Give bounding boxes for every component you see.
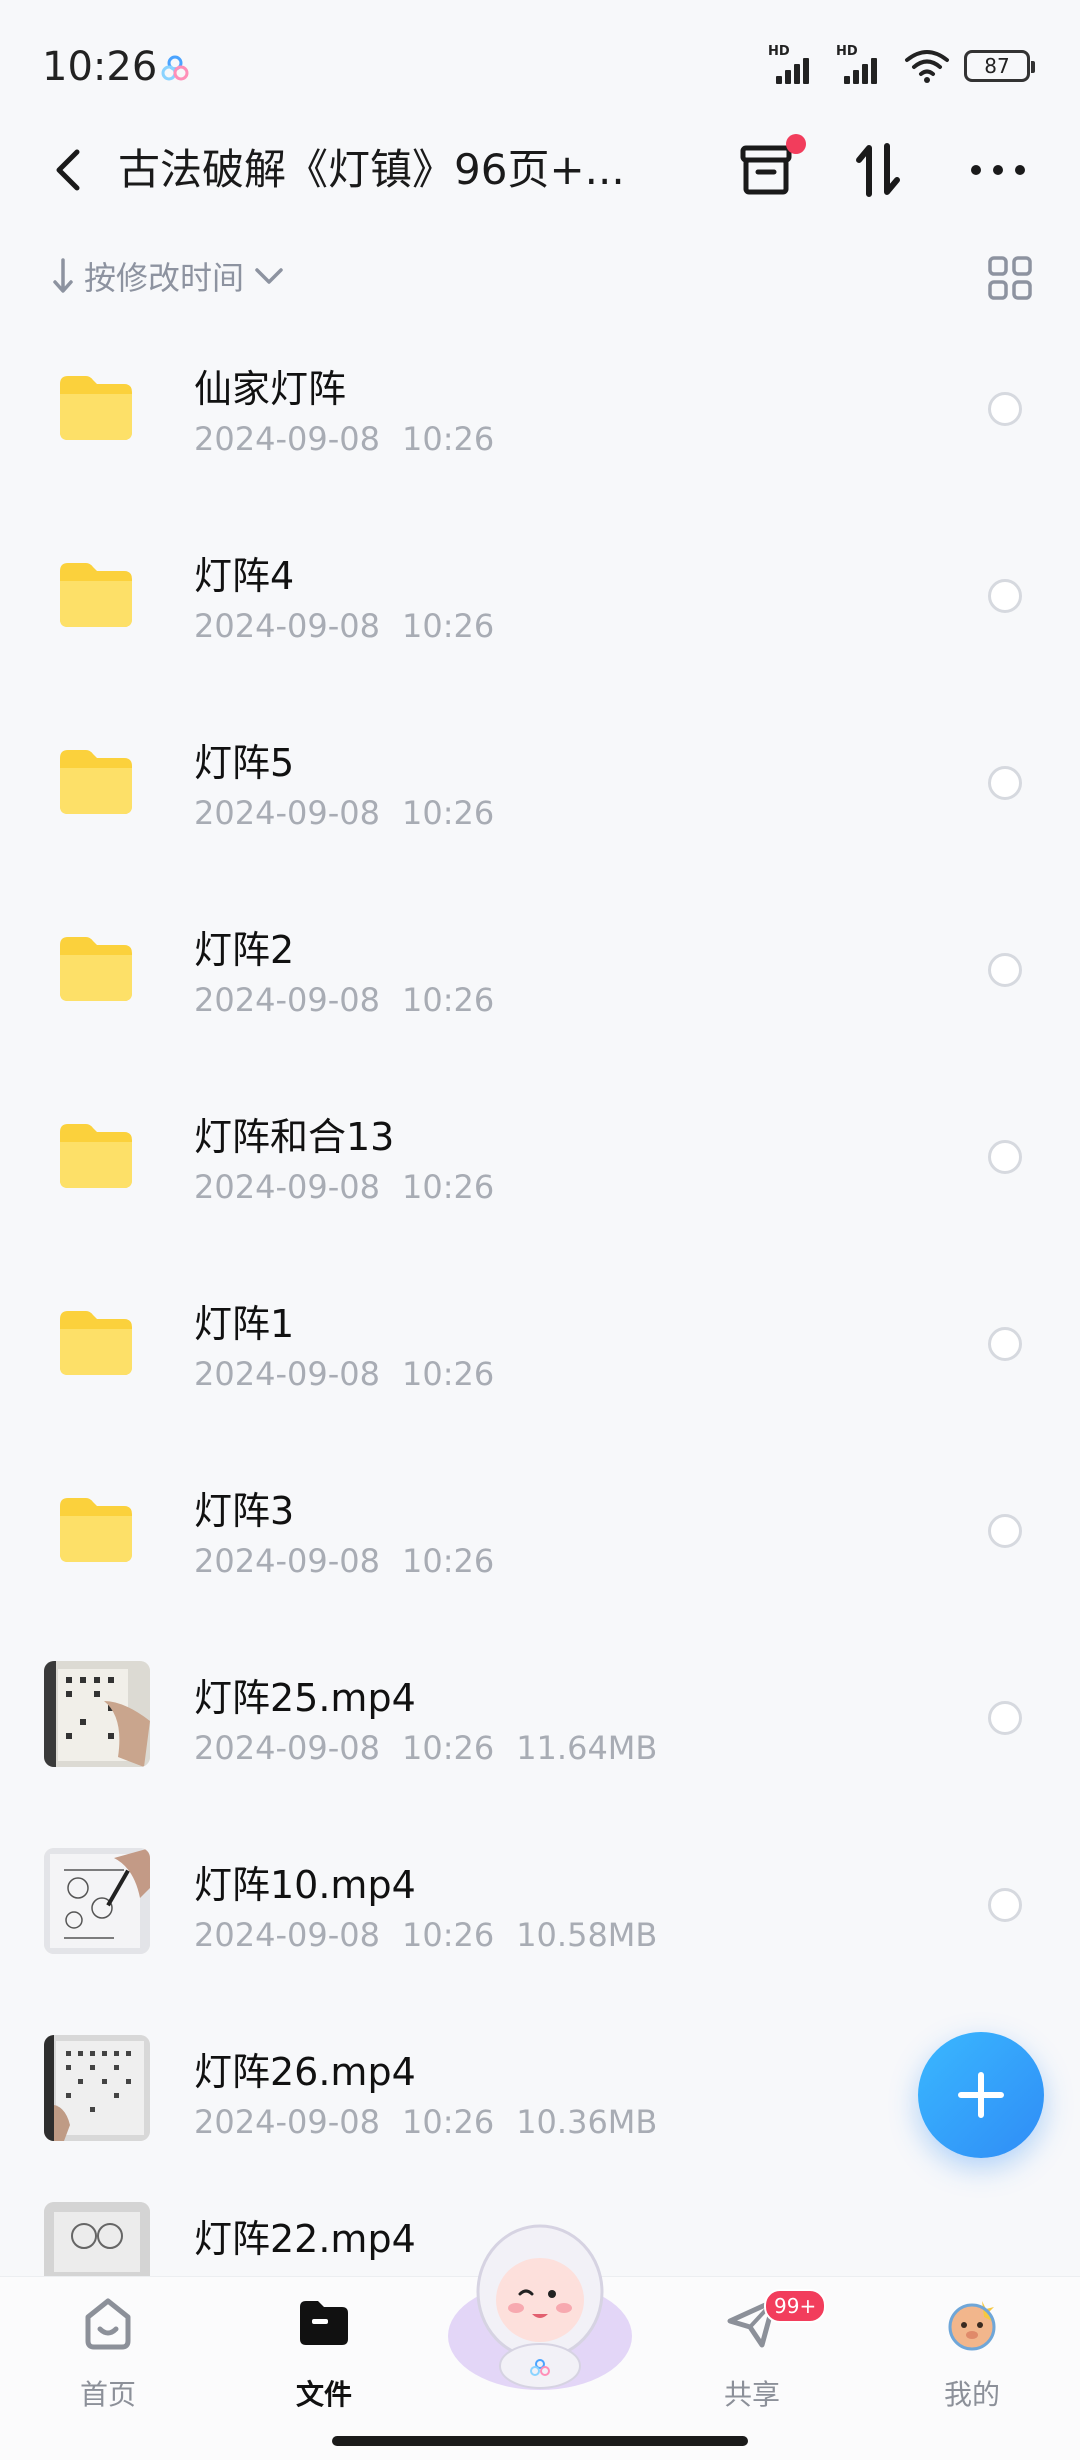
- folder-icon: [60, 376, 132, 440]
- swap-vertical-icon: [856, 143, 900, 197]
- select-radio[interactable]: [988, 1327, 1022, 1361]
- file-name: 灯阵4: [194, 554, 295, 598]
- share-badge: 99+: [764, 2289, 827, 2323]
- battery-icon: 87: [964, 50, 1035, 82]
- add-button[interactable]: [918, 2032, 1044, 2158]
- status-time: 10:26: [42, 44, 158, 90]
- file-row[interactable]: 灯阵10.mp4 2024-09-08 10:26 10.58MB: [0, 1812, 1080, 1999]
- file-name: 灯阵2: [194, 928, 295, 972]
- select-radio[interactable]: [988, 953, 1022, 987]
- video-thumbnail: [44, 1848, 150, 1954]
- select-radio[interactable]: [988, 1888, 1022, 1922]
- chevron-down-icon: [255, 268, 283, 284]
- sort-label: 按修改时间: [84, 259, 245, 297]
- folder-icon: [60, 937, 132, 1001]
- file-meta: 2024-09-08 10:26: [194, 981, 495, 1019]
- mascot-assistant-button[interactable]: [440, 2216, 640, 2396]
- file-name: 灯阵25.mp4: [194, 1676, 416, 1720]
- select-radio[interactable]: [988, 766, 1022, 800]
- nav-home-label: 首页: [79, 2378, 136, 2411]
- folder-icon: [60, 750, 132, 814]
- file-row[interactable]: 灯阵25.mp4 2024-09-08 10:26 11.64MB: [0, 1625, 1080, 1812]
- file-name: 灯阵3: [194, 1489, 295, 1533]
- signal-icon: HD: [836, 44, 890, 86]
- nav-me-label: 我的: [943, 2378, 1000, 2411]
- file-row[interactable]: 灯阵1 2024-09-08 10:26: [0, 1251, 1080, 1438]
- grid-view-icon[interactable]: [986, 254, 1034, 302]
- file-meta: 2024-09-08 10:26: [194, 1542, 495, 1580]
- folder-icon: [60, 1311, 132, 1375]
- file-name: 灯阵和合13: [194, 1115, 395, 1159]
- archive-box-icon: [740, 145, 792, 195]
- file-meta: 2024-09-08 10:26 11.64MB: [194, 1729, 658, 1767]
- file-name: 灯阵5: [194, 741, 295, 785]
- file-meta: 2024-09-08 10:26 10.58MB: [194, 1916, 658, 1954]
- page-title: 古法破解《灯镇》96页+...: [118, 145, 625, 194]
- file-row[interactable]: 仙家灯阵 2024-09-08 10:26: [0, 316, 1080, 503]
- select-radio[interactable]: [988, 579, 1022, 613]
- arrow-down-icon: [53, 258, 73, 293]
- more-dots-icon: [971, 165, 1025, 175]
- nav-me[interactable]: 我的: [902, 2293, 1042, 2423]
- file-meta: 2024-09-08 10:26: [194, 420, 495, 458]
- select-radio[interactable]: [988, 1514, 1022, 1548]
- home-indicator: [332, 2436, 748, 2446]
- file-meta: 2024-09-08 10:26: [194, 1355, 495, 1393]
- file-row[interactable]: 灯阵5 2024-09-08 10:26: [0, 690, 1080, 877]
- folder-icon: [300, 2301, 348, 2345]
- wifi-icon: [905, 50, 949, 83]
- file-meta: 2024-09-08 10:26 10.36MB: [194, 2103, 658, 2141]
- more-button[interactable]: [966, 138, 1030, 202]
- file-meta: 2024-09-08 10:26: [194, 607, 495, 645]
- avatar: [948, 2301, 996, 2351]
- signal-icon: HD: [768, 44, 822, 86]
- nav-files[interactable]: 文件: [254, 2293, 394, 2423]
- app-notification-icon: [161, 55, 189, 81]
- file-name: 灯阵10.mp4: [194, 1863, 416, 1907]
- nav-share-label: 共享: [723, 2378, 780, 2411]
- nav-home[interactable]: 首页: [38, 2293, 178, 2423]
- plus-icon: [958, 2072, 1004, 2118]
- transfer-box-button[interactable]: [734, 134, 806, 202]
- header: 古法破解《灯镇》96页+...: [0, 120, 1080, 220]
- home-icon: [85, 2298, 131, 2350]
- file-name: 仙家灯阵: [194, 367, 347, 411]
- sort-order-button[interactable]: [846, 138, 910, 202]
- file-row[interactable]: 灯阵3 2024-09-08 10:26: [0, 1438, 1080, 1625]
- sort-bar: 按修改时间: [0, 240, 1080, 312]
- file-name: 灯阵1: [194, 1302, 295, 1346]
- folder-icon: [60, 1498, 132, 1562]
- back-button[interactable]: [40, 142, 96, 198]
- video-thumbnail: [44, 1661, 150, 1767]
- nav-files-label: 文件: [295, 2378, 352, 2411]
- status-indicators: HD HD 87: [768, 44, 1035, 86]
- file-meta: 2024-09-08 10:26: [194, 794, 495, 832]
- video-thumbnail: [44, 2035, 150, 2141]
- nav-share[interactable]: 99+ 共享: [682, 2289, 827, 2423]
- status-bar: 10:26 HD HD 87: [0, 0, 1080, 120]
- select-radio[interactable]: [988, 392, 1022, 426]
- select-radio[interactable]: [988, 1140, 1022, 1174]
- folder-icon: [60, 563, 132, 627]
- file-meta: 2024-09-08 10:26: [194, 1168, 495, 1206]
- file-row[interactable]: 灯阵2 2024-09-08 10:26: [0, 877, 1080, 1064]
- file-list: 仙家灯阵 2024-09-08 10:26 灯阵4 2024-09-08 10:26…: [0, 316, 1080, 2296]
- select-radio[interactable]: [988, 1701, 1022, 1735]
- file-row[interactable]: 灯阵4 2024-09-08 10:26: [0, 503, 1080, 690]
- notification-dot: [786, 134, 806, 154]
- file-name: 灯阵22.mp4: [194, 2217, 416, 2261]
- folder-icon: [60, 1124, 132, 1188]
- sort-dropdown[interactable]: 按修改时间: [52, 252, 284, 300]
- file-name: 灯阵26.mp4: [194, 2050, 416, 2094]
- file-row[interactable]: 灯阵和合13 2024-09-08 10:26: [0, 1064, 1080, 1251]
- chevron-left-icon: [56, 149, 80, 191]
